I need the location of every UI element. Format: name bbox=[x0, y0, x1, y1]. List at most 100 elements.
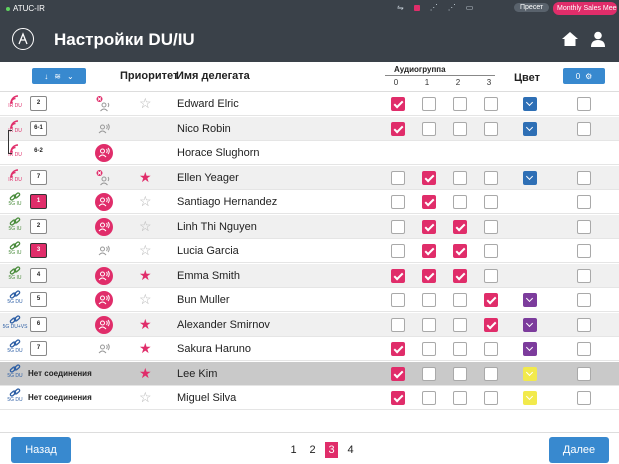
setting-checkbox[interactable] bbox=[577, 195, 591, 209]
speaker-icon[interactable] bbox=[95, 144, 113, 162]
audio-group-1-checkbox[interactable] bbox=[422, 195, 436, 209]
audio-group-1-checkbox[interactable] bbox=[422, 219, 436, 234]
setting-checkbox[interactable] bbox=[577, 366, 591, 381]
delegate-row[interactable]: 5G DU 7 ★ Sakura Haruno bbox=[0, 337, 619, 361]
setting-checkbox[interactable] bbox=[577, 293, 591, 307]
delegate-row[interactable]: 5G IU 2 ☆ Linh Thi Nguyen bbox=[0, 214, 619, 239]
audio-group-1-checkbox[interactable] bbox=[422, 293, 436, 307]
audio-group-1-checkbox[interactable] bbox=[422, 97, 436, 111]
speaker-icon[interactable] bbox=[95, 315, 113, 334]
settings-count-button[interactable]: 0 ⚙ bbox=[563, 68, 605, 84]
preset-button[interactable]: Пресет bbox=[514, 3, 550, 12]
speaker-muted-icon[interactable] bbox=[95, 169, 113, 187]
audio-group-1-checkbox[interactable] bbox=[422, 317, 436, 332]
audio-group-1-checkbox[interactable] bbox=[422, 244, 436, 258]
delegate-row[interactable]: IR DU 7 ★ Ellen Yeager bbox=[0, 165, 619, 190]
audio-group-0-checkbox[interactable] bbox=[391, 244, 405, 258]
setting-checkbox[interactable] bbox=[577, 244, 591, 258]
audio-group-1-checkbox[interactable] bbox=[422, 342, 436, 356]
audio-group-0-checkbox[interactable] bbox=[391, 317, 405, 332]
delegate-row[interactable]: 5G IU 3 ☆ Lucia Garcia bbox=[0, 239, 619, 263]
audio-group-2-checkbox[interactable] bbox=[453, 342, 467, 356]
color-selector[interactable] bbox=[523, 391, 537, 405]
audio-group-2-checkbox[interactable] bbox=[453, 121, 467, 136]
audio-group-0-checkbox[interactable] bbox=[391, 121, 405, 136]
audio-group-1-checkbox[interactable] bbox=[422, 170, 436, 185]
priority-star-icon[interactable]: ☆ bbox=[139, 291, 152, 307]
priority-star-icon[interactable]: ☆ bbox=[139, 218, 152, 234]
priority-star-icon[interactable]: ★ bbox=[139, 267, 152, 283]
color-selector[interactable] bbox=[523, 342, 537, 356]
back-button[interactable]: Назад bbox=[11, 437, 71, 463]
audio-group-2-checkbox[interactable] bbox=[453, 268, 467, 283]
audio-group-3-checkbox[interactable] bbox=[484, 244, 498, 258]
audio-group-0-checkbox[interactable] bbox=[391, 366, 405, 381]
setting-checkbox[interactable] bbox=[577, 170, 591, 185]
audio-group-1-checkbox[interactable] bbox=[422, 121, 436, 136]
audio-group-1-checkbox[interactable] bbox=[422, 268, 436, 283]
audio-group-2-checkbox[interactable] bbox=[453, 170, 467, 185]
color-selector[interactable] bbox=[523, 317, 537, 332]
page-2-link[interactable]: 2 bbox=[306, 442, 319, 458]
audio-group-3-checkbox[interactable] bbox=[484, 195, 498, 209]
delegate-row[interactable]: IR DU 6-2 Horace Slughorn bbox=[0, 141, 619, 165]
audio-group-0-checkbox[interactable] bbox=[391, 293, 405, 307]
audio-group-3-checkbox[interactable] bbox=[484, 317, 498, 332]
audio-group-2-checkbox[interactable] bbox=[453, 244, 467, 258]
setting-checkbox[interactable] bbox=[577, 342, 591, 356]
sort-dropdown[interactable]: ↓ ≋ ⌄ bbox=[32, 68, 86, 84]
speaker-icon[interactable] bbox=[95, 340, 113, 358]
audio-group-2-checkbox[interactable] bbox=[453, 317, 467, 332]
delegate-row[interactable]: 5G IU 4 ★ Emma Smith bbox=[0, 263, 619, 288]
audio-group-3-checkbox[interactable] bbox=[484, 121, 498, 136]
delegate-row[interactable]: 5G DU+VS 6 ★ Alexander Smirnov bbox=[0, 312, 619, 337]
speaker-icon[interactable] bbox=[95, 242, 113, 260]
setting-checkbox[interactable] bbox=[577, 121, 591, 136]
speaker-icon[interactable] bbox=[95, 193, 113, 211]
audio-group-3-checkbox[interactable] bbox=[484, 219, 498, 234]
audio-group-0-checkbox[interactable] bbox=[391, 268, 405, 283]
page-3-link[interactable]: 3 bbox=[325, 442, 338, 458]
audio-group-0-checkbox[interactable] bbox=[391, 195, 405, 209]
color-selector[interactable] bbox=[523, 293, 537, 307]
audio-group-2-checkbox[interactable] bbox=[453, 97, 467, 111]
audio-group-3-checkbox[interactable] bbox=[484, 366, 498, 381]
delegate-row[interactable]: IR DU 6-1 Nico Robin bbox=[0, 116, 619, 141]
priority-star-icon[interactable]: ★ bbox=[139, 365, 152, 381]
setting-checkbox[interactable] bbox=[577, 317, 591, 332]
audio-group-2-checkbox[interactable] bbox=[453, 366, 467, 381]
speaker-icon[interactable] bbox=[95, 291, 113, 309]
priority-star-icon[interactable]: ☆ bbox=[139, 193, 152, 209]
color-selector[interactable] bbox=[523, 97, 537, 111]
user-icon[interactable] bbox=[590, 31, 606, 47]
audio-group-0-checkbox[interactable] bbox=[391, 219, 405, 234]
speaker-muted-icon[interactable] bbox=[95, 95, 113, 113]
priority-star-icon[interactable]: ☆ bbox=[139, 242, 152, 258]
priority-star-icon[interactable]: ☆ bbox=[139, 95, 152, 111]
setting-checkbox[interactable] bbox=[577, 97, 591, 111]
audio-group-3-checkbox[interactable] bbox=[484, 268, 498, 283]
priority-column-label[interactable]: Приоритет bbox=[120, 70, 178, 82]
page-4-link[interactable]: 4 bbox=[344, 442, 357, 458]
audio-group-3-checkbox[interactable] bbox=[484, 170, 498, 185]
audio-group-3-checkbox[interactable] bbox=[484, 342, 498, 356]
audio-group-2-checkbox[interactable] bbox=[453, 391, 467, 405]
home-icon[interactable] bbox=[562, 32, 578, 46]
audio-group-2-checkbox[interactable] bbox=[453, 219, 467, 234]
color-selector[interactable] bbox=[523, 121, 537, 136]
color-selector[interactable] bbox=[523, 366, 537, 381]
audio-group-0-checkbox[interactable] bbox=[391, 391, 405, 405]
delegate-row[interactable]: 5G IU 1 ☆ Santiago Hernandez bbox=[0, 190, 619, 214]
speaker-icon[interactable] bbox=[95, 120, 113, 138]
audio-group-3-checkbox[interactable] bbox=[484, 391, 498, 405]
meeting-selector[interactable]: Monthly Sales Meeting ▾ bbox=[553, 2, 617, 15]
delegate-row[interactable]: 5G DU 5 ☆ Bun Muller bbox=[0, 288, 619, 312]
color-selector[interactable] bbox=[523, 170, 537, 185]
audio-group-0-checkbox[interactable] bbox=[391, 97, 405, 111]
setting-checkbox[interactable] bbox=[577, 219, 591, 234]
audio-group-1-checkbox[interactable] bbox=[422, 391, 436, 405]
speaker-icon[interactable] bbox=[95, 266, 113, 285]
speaker-icon[interactable] bbox=[95, 217, 113, 236]
audio-group-3-checkbox[interactable] bbox=[484, 97, 498, 111]
audio-group-2-checkbox[interactable] bbox=[453, 195, 467, 209]
